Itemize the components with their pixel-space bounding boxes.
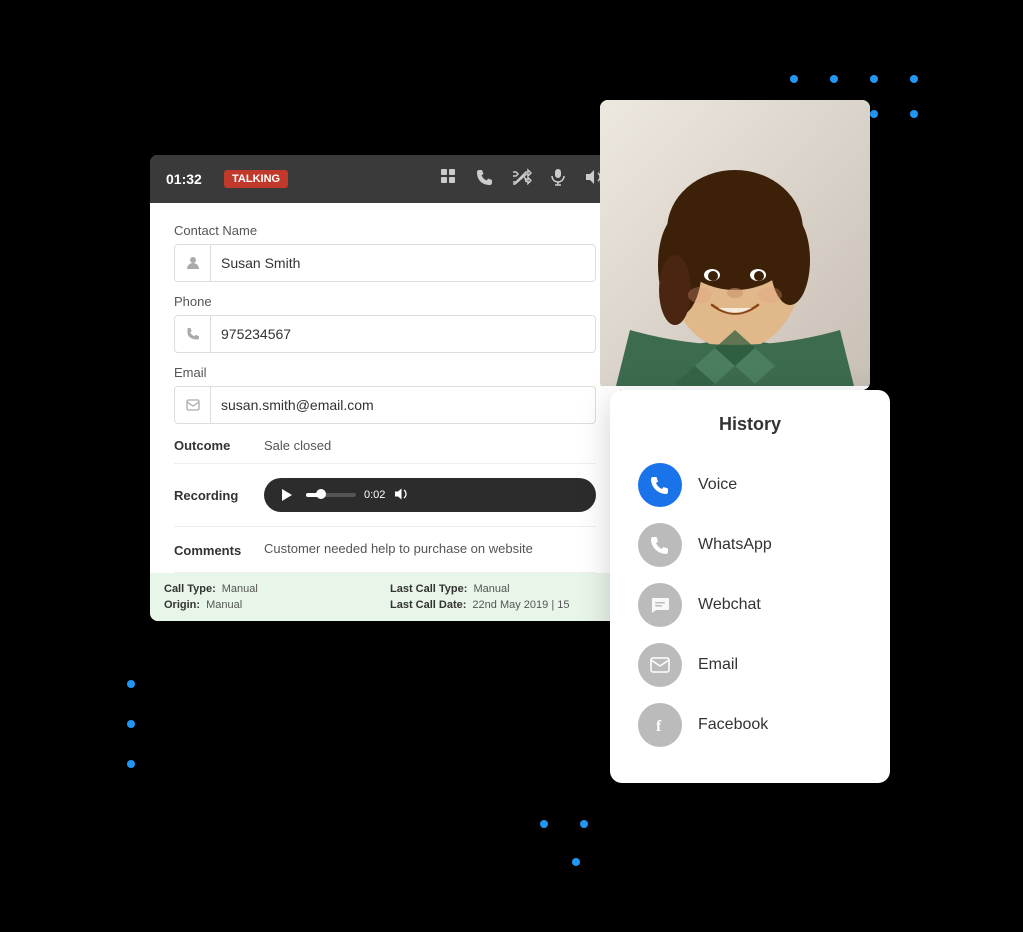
form-body: Contact Name Phone Email: [150, 203, 620, 573]
history-item-voice[interactable]: Voice: [638, 455, 862, 515]
phone-field[interactable]: [174, 315, 596, 353]
progress-bar[interactable]: [306, 493, 356, 497]
facebook-label: Facebook: [698, 716, 768, 734]
dot-5: [870, 110, 878, 118]
call-type-item: Call Type: Manual: [164, 583, 380, 595]
origin-val: Manual: [206, 599, 242, 611]
recording-row: Recording 0:02: [174, 464, 596, 527]
origin-key: Origin:: [164, 599, 200, 611]
shuffle-icon[interactable]: [512, 168, 532, 191]
phone-input[interactable]: [211, 318, 595, 350]
comments-value: Customer needed help to purchase on webs…: [264, 541, 596, 556]
grid-icon[interactable]: [440, 168, 458, 191]
facebook-icon-circle: f: [638, 703, 682, 747]
person-icon: [175, 245, 211, 281]
dot-1: [790, 75, 798, 83]
phone-input-icon: [175, 316, 211, 352]
history-item-whatsapp[interactable]: WhatsApp: [638, 515, 862, 575]
call-timer: 01:32: [166, 171, 204, 187]
email-icon-circle: [638, 643, 682, 687]
voice-icon-circle: [638, 463, 682, 507]
history-title: History: [638, 414, 862, 435]
talking-badge: talking: [224, 170, 288, 188]
play-triangle-icon: [282, 489, 292, 501]
history-item-facebook[interactable]: f Facebook: [638, 695, 862, 755]
contact-name-label: Contact Name: [174, 223, 596, 238]
email-input-icon: [175, 387, 211, 423]
svg-text:f: f: [656, 718, 662, 735]
dot-11: [580, 820, 588, 828]
dot-7: [127, 680, 135, 688]
audio-player[interactable]: 0:02: [264, 478, 596, 512]
profile-photo: [600, 100, 870, 390]
last-call-date-val: 22nd May 2019 | 15: [472, 599, 569, 611]
dot-2: [830, 75, 838, 83]
dot-10: [540, 820, 548, 828]
email-input[interactable]: [211, 389, 595, 421]
top-bar: 01:32 talking: [150, 155, 620, 203]
phone-label: Phone: [174, 294, 596, 309]
history-item-email[interactable]: Email: [638, 635, 862, 695]
play-button[interactable]: [276, 484, 298, 506]
dot-3: [870, 75, 878, 83]
volume-icon[interactable]: [393, 487, 409, 504]
last-call-type-key: Last Call Type:: [390, 583, 467, 595]
call-type-key: Call Type:: [164, 583, 216, 595]
phone-icon[interactable]: [476, 168, 494, 191]
footer-info: Call Type: Manual Last Call Type: Manual…: [150, 573, 620, 621]
voice-label: Voice: [698, 476, 737, 494]
dot-8: [127, 720, 135, 728]
contact-name-field[interactable]: [174, 244, 596, 282]
dot-6: [910, 110, 918, 118]
webchat-icon-circle: [638, 583, 682, 627]
email-history-label: Email: [698, 656, 738, 674]
last-call-date-key: Last Call Date:: [390, 599, 466, 611]
audio-progress[interactable]: [306, 493, 356, 497]
last-call-date-item: Last Call Date: 22nd May 2019 | 15: [390, 599, 606, 611]
outcome-row: Outcome Sale closed: [174, 424, 596, 464]
microphone-icon[interactable]: [550, 168, 566, 191]
dot-12: [572, 858, 580, 866]
history-item-webchat[interactable]: Webchat: [638, 575, 862, 635]
recording-label: Recording: [174, 488, 264, 503]
outcome-value: Sale closed: [264, 438, 331, 453]
crm-panel: 01:32 talking: [150, 155, 620, 621]
outcome-label: Outcome: [174, 438, 264, 453]
dot-4: [910, 75, 918, 83]
top-bar-icons: [440, 168, 604, 191]
whatsapp-label: WhatsApp: [698, 536, 772, 554]
comments-label: Comments: [174, 541, 264, 558]
origin-item: Origin: Manual: [164, 599, 380, 611]
email-label: Email: [174, 365, 596, 380]
email-field[interactable]: [174, 386, 596, 424]
history-panel: History Voice WhatsApp Webchat: [610, 390, 890, 783]
whatsapp-icon-circle: [638, 523, 682, 567]
audio-time: 0:02: [364, 489, 385, 501]
dot-9: [127, 760, 135, 768]
last-call-type-item: Last Call Type: Manual: [390, 583, 606, 595]
webchat-label: Webchat: [698, 596, 761, 614]
progress-thumb: [316, 489, 326, 499]
call-type-val: Manual: [222, 583, 258, 595]
comments-row: Comments Customer needed help to purchas…: [174, 527, 596, 573]
last-call-type-val: Manual: [473, 583, 509, 595]
contact-name-input[interactable]: [211, 247, 595, 279]
